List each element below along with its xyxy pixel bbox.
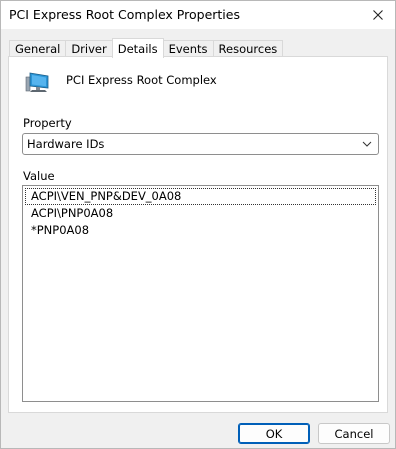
property-selected-value: Hardware IDs bbox=[27, 137, 105, 151]
tab-strip: General Driver Details Events Resources bbox=[9, 38, 284, 58]
details-panel: PCI Express Root Complex Property Hardwa… bbox=[8, 56, 388, 413]
chevron-down-icon bbox=[362, 141, 372, 147]
computer-monitor-icon bbox=[25, 72, 49, 92]
title-bar[interactable]: PCI Express Root Complex Properties bbox=[1, 1, 395, 29]
tab-resources[interactable]: Resources bbox=[212, 40, 284, 57]
list-item[interactable]: ACPI\VEN_PNP&DEV_0A08 bbox=[25, 188, 376, 205]
tab-details[interactable]: Details bbox=[111, 38, 164, 58]
ok-button[interactable]: OK bbox=[238, 423, 310, 444]
tab-driver[interactable]: Driver bbox=[65, 40, 113, 57]
list-item[interactable]: *PNP0A08 bbox=[25, 222, 376, 239]
close-button[interactable] bbox=[361, 1, 395, 29]
property-label: Property bbox=[23, 116, 72, 130]
tab-events[interactable]: Events bbox=[162, 40, 214, 57]
device-name: PCI Express Root Complex bbox=[66, 73, 217, 87]
close-icon bbox=[373, 10, 383, 20]
value-list[interactable]: ACPI\VEN_PNP&DEV_0A08 ACPI\PNP0A08 *PNP0… bbox=[22, 185, 379, 402]
properties-window: PCI Express Root Complex Properties Gene… bbox=[0, 0, 396, 449]
window-title: PCI Express Root Complex Properties bbox=[9, 7, 240, 22]
cancel-button[interactable]: Cancel bbox=[318, 423, 390, 444]
list-item[interactable]: ACPI\PNP0A08 bbox=[25, 205, 376, 222]
property-dropdown[interactable]: Hardware IDs bbox=[22, 133, 379, 155]
tab-general[interactable]: General bbox=[9, 40, 67, 57]
value-label: Value bbox=[23, 169, 55, 183]
